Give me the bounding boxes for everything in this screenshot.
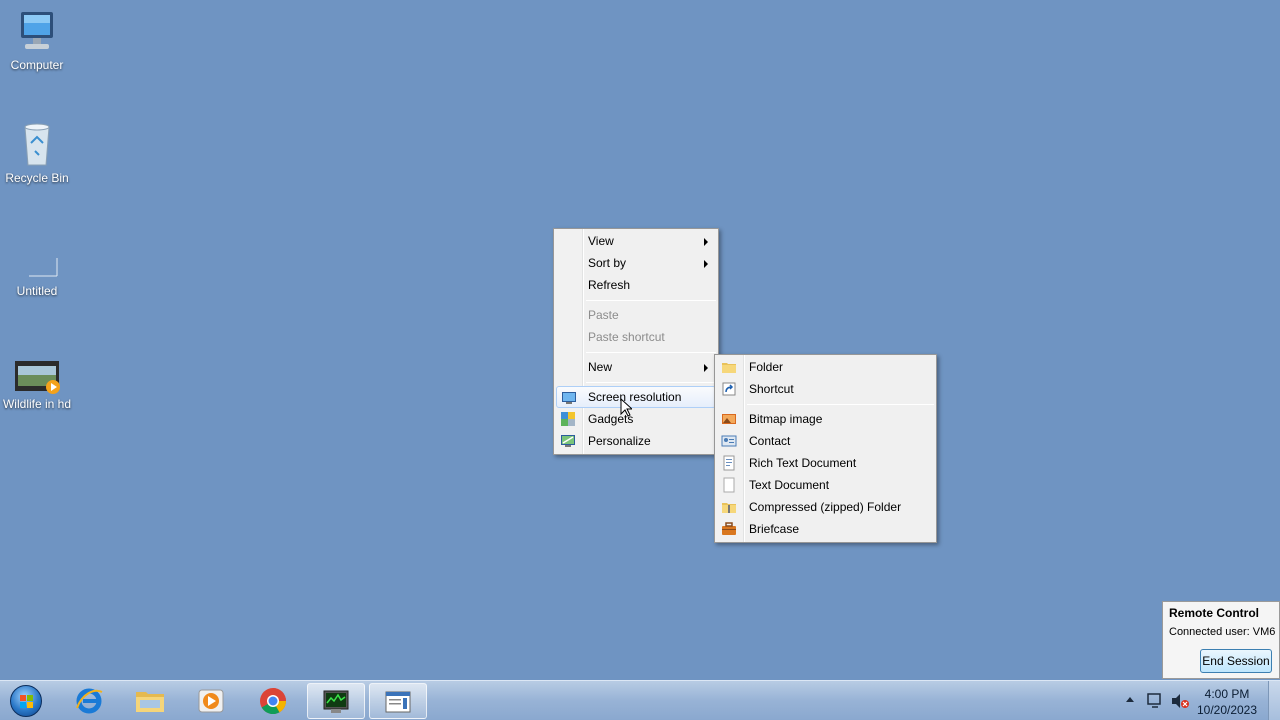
end-session-button[interactable]: End Session xyxy=(1200,649,1272,673)
media-player-icon xyxy=(198,689,224,713)
menu-separator xyxy=(586,382,716,383)
zip-folder-icon xyxy=(721,499,737,515)
menu-item-label: Briefcase xyxy=(749,522,800,536)
show-hidden-icons-icon[interactable] xyxy=(1126,697,1134,702)
menu-item-label: Screen resolution xyxy=(588,390,682,404)
chrome-icon xyxy=(260,688,287,715)
menu-item-label: Sort by xyxy=(588,256,627,270)
taskbar-media-player[interactable] xyxy=(182,683,240,719)
connected-user-text: Connected user: VM6 xyxy=(1169,626,1276,638)
action-center-icon[interactable] xyxy=(1146,692,1164,710)
submenu-item-text-document[interactable]: Text Document xyxy=(717,474,934,496)
mouse-cursor-icon xyxy=(620,397,634,420)
submenu-item-contact[interactable]: Contact xyxy=(717,430,934,452)
file-explorer-icon xyxy=(136,692,164,712)
desktop-icon-label: Untitled xyxy=(16,284,58,298)
gadgets-icon xyxy=(560,411,576,427)
computer-icon xyxy=(13,8,61,56)
menu-item-label: Shortcut xyxy=(749,382,794,396)
menu-item-paste-shortcut[interactable]: Paste shortcut xyxy=(556,326,716,348)
menu-item-refresh[interactable]: Refresh xyxy=(556,274,716,296)
menu-item-screen-resolution[interactable]: Screen resolution xyxy=(556,386,716,408)
screen-resolution-icon xyxy=(561,390,577,406)
menu-item-label: Paste xyxy=(588,308,619,322)
remote-control-panel: Remote Control Connected user: VM6 End S… xyxy=(1162,601,1280,679)
menu-item-label: Refresh xyxy=(588,278,631,292)
desktop-icon-untitled[interactable]: Untitled xyxy=(0,234,74,298)
task-manager-icon xyxy=(323,690,349,713)
windows-logo-icon xyxy=(10,685,42,717)
submenu-item-folder[interactable]: Folder xyxy=(717,356,934,378)
recycle-bin-icon xyxy=(13,121,61,169)
menu-item-personalize[interactable]: Personalize xyxy=(556,430,716,452)
system-tray xyxy=(1122,681,1200,720)
menu-item-gadgets[interactable]: Gadgets xyxy=(556,408,716,430)
folder-icon xyxy=(721,359,737,375)
menu-item-label: Compressed (zipped) Folder xyxy=(749,500,902,514)
submenu-item-rich-text-document[interactable]: Rich Text Document xyxy=(717,452,934,474)
submenu-item-compressed-folder[interactable]: Compressed (zipped) Folder xyxy=(717,496,934,518)
bitmap-icon xyxy=(721,411,737,427)
personalize-icon xyxy=(560,433,576,449)
start-button[interactable] xyxy=(3,682,49,720)
show-desktop-button[interactable] xyxy=(1268,681,1280,720)
menu-item-label: Paste shortcut xyxy=(588,330,665,344)
shortcut-icon xyxy=(721,381,737,397)
menu-item-new[interactable]: New xyxy=(556,356,716,378)
taskbar-file-explorer[interactable] xyxy=(121,683,179,719)
clock[interactable]: 4:00 PM 10/20/2023 xyxy=(1192,686,1262,718)
menu-item-label: Personalize xyxy=(588,434,651,448)
submenu-item-bitmap-image[interactable]: Bitmap image xyxy=(717,408,934,430)
desktop-icon-recycle-bin[interactable]: Recycle Bin xyxy=(0,121,74,185)
menu-item-sort-by[interactable]: Sort by xyxy=(556,252,716,274)
briefcase-icon xyxy=(721,521,737,537)
rich-text-icon xyxy=(721,455,737,471)
new-submenu: Folder Shortcut Bitmap image Contact Ric… xyxy=(714,354,937,543)
video-file-icon xyxy=(13,347,61,395)
clock-time: 4:00 PM xyxy=(1204,687,1250,701)
menu-separator xyxy=(586,352,716,353)
menu-item-label: Bitmap image xyxy=(749,412,823,426)
remote-control-title: Remote Control xyxy=(1169,606,1259,620)
submenu-item-shortcut[interactable]: Shortcut xyxy=(717,378,934,400)
menu-item-label: View xyxy=(588,234,614,248)
taskbar: 4:00 PM 10/20/2023 xyxy=(0,680,1280,720)
volume-muted-icon[interactable] xyxy=(1170,692,1190,710)
menu-item-view[interactable]: View xyxy=(556,230,716,252)
menu-item-label: New xyxy=(588,360,613,374)
menu-item-label: Rich Text Document xyxy=(749,456,857,470)
text-document-icon xyxy=(721,477,737,493)
submenu-arrow-icon xyxy=(704,364,708,372)
desktop-icon-wildlife-in-hd[interactable]: Wildlife in hd xyxy=(0,347,74,411)
desktop-icon-computer[interactable]: Computer xyxy=(0,8,74,72)
desktop-icon-label: Recycle Bin xyxy=(5,171,69,185)
clock-date: 10/20/2023 xyxy=(1196,703,1258,717)
submenu-arrow-icon xyxy=(704,260,708,268)
menu-item-label: Contact xyxy=(749,434,791,448)
desktop-icon-label: Computer xyxy=(10,58,64,72)
submenu-item-briefcase[interactable]: Briefcase xyxy=(717,518,934,540)
submenu-arrow-icon xyxy=(704,238,708,246)
menu-separator xyxy=(747,404,934,405)
menu-item-label: Text Document xyxy=(749,478,830,492)
menu-item-label: Folder xyxy=(749,360,784,374)
desktop[interactable]: Computer Recycle Bin Untitled Wildlife i… xyxy=(0,0,1280,680)
internet-explorer-icon xyxy=(76,688,103,714)
menu-item-paste[interactable]: Paste xyxy=(556,304,716,326)
taskbar-task-manager[interactable] xyxy=(307,683,365,719)
desktop-context-menu: View Sort by Refresh Paste Paste shortcu… xyxy=(553,228,719,455)
taskbar-internet-explorer[interactable] xyxy=(60,683,118,719)
notepad-window-icon xyxy=(385,691,411,713)
contact-icon xyxy=(721,433,737,449)
taskbar-chrome[interactable] xyxy=(244,683,302,719)
desktop-icon-label: Wildlife in hd xyxy=(2,397,72,411)
menu-separator xyxy=(586,300,716,301)
taskbar-notepad-window[interactable] xyxy=(369,683,427,719)
untitled-file-icon xyxy=(13,234,61,282)
